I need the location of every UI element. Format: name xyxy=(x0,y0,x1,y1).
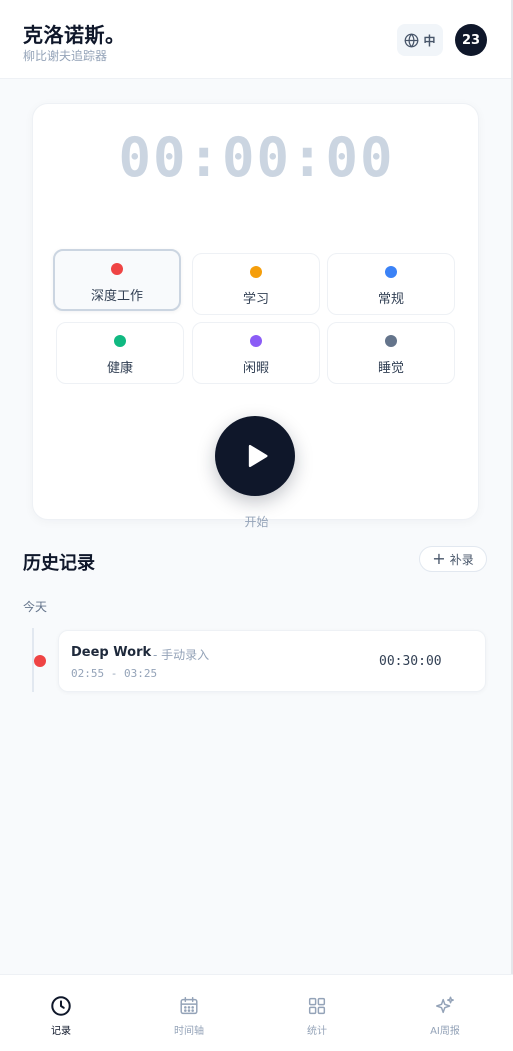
category-deep-work[interactable]: 深度工作 xyxy=(53,249,181,311)
day-label: 今天 xyxy=(23,600,48,614)
category-leisure[interactable]: 闲暇 xyxy=(192,322,320,384)
nav-item-timeline[interactable]: 时间轴 xyxy=(125,975,253,1051)
category-routine[interactable]: 常规 xyxy=(327,253,455,315)
start-timer-button[interactable] xyxy=(215,416,295,496)
add-record-button[interactable]: + 补录 xyxy=(419,546,487,572)
record-name: Deep Work xyxy=(71,645,152,660)
category-label: 深度工作 xyxy=(90,289,143,304)
history-title: 历史记录 xyxy=(23,553,95,574)
record-item[interactable]: Deep Work - 手动录入 02:55 - 03:25 00:30:00 xyxy=(58,630,486,692)
grid-icon xyxy=(308,997,326,1015)
app-header: 克洛诺斯。 柳比谢夫追踪器 中 23 xyxy=(0,0,513,79)
nav-label: 统计 xyxy=(307,1026,327,1037)
add-record-label: 补录 xyxy=(449,552,474,567)
app-title: 克洛诺斯。 xyxy=(23,23,126,47)
record-time-range: 02:55 - 03:25 xyxy=(71,667,158,680)
category-sleep[interactable]: 睡觉 xyxy=(327,322,455,384)
nav-item-ai-report[interactable]: AI周报 xyxy=(381,975,509,1051)
nav-item-records[interactable]: 记录 xyxy=(0,975,125,1051)
clock-icon xyxy=(51,996,71,1016)
timer-display: 00:00:00 xyxy=(118,126,395,189)
nav-label: 记录 xyxy=(51,1026,71,1037)
app-subtitle: 柳比谢夫追踪器 xyxy=(23,49,108,63)
language-label: 中 xyxy=(423,33,436,48)
bottom-nav: 记录 时间轴 统计 AI周报 xyxy=(0,974,513,1051)
sparkle-icon xyxy=(436,996,454,1014)
category-health[interactable]: 健康 xyxy=(56,322,184,384)
start-label: 开始 xyxy=(244,515,269,529)
category-study[interactable]: 学习 xyxy=(192,253,320,315)
nav-label: 时间轴 xyxy=(174,1026,204,1037)
language-toggle-button[interactable]: 中 xyxy=(397,24,443,56)
category-label: 健康 xyxy=(106,361,133,376)
category-color-dot xyxy=(385,266,397,278)
category-label: 闲暇 xyxy=(242,361,269,376)
category-label: 学习 xyxy=(242,292,269,307)
record-duration: 00:30:00 xyxy=(379,654,442,669)
calendar-icon xyxy=(180,997,198,1015)
globe-icon xyxy=(405,33,419,47)
category-color-dot xyxy=(114,335,126,347)
record-source-tag: - 手动录入 xyxy=(153,648,210,662)
play-icon xyxy=(248,444,268,468)
avatar[interactable]: 23 xyxy=(455,24,487,56)
nav-item-stats[interactable]: 统计 xyxy=(253,975,381,1051)
plus-icon: + xyxy=(432,549,446,568)
category-label: 常规 xyxy=(377,292,404,307)
category-color-dot xyxy=(250,266,262,278)
nav-label: AI周报 xyxy=(430,1026,460,1037)
category-label: 睡觉 xyxy=(377,361,404,376)
record-color-dot xyxy=(34,655,46,667)
category-color-dot xyxy=(385,335,397,347)
category-color-dot xyxy=(111,263,123,275)
category-color-dot xyxy=(250,335,262,347)
